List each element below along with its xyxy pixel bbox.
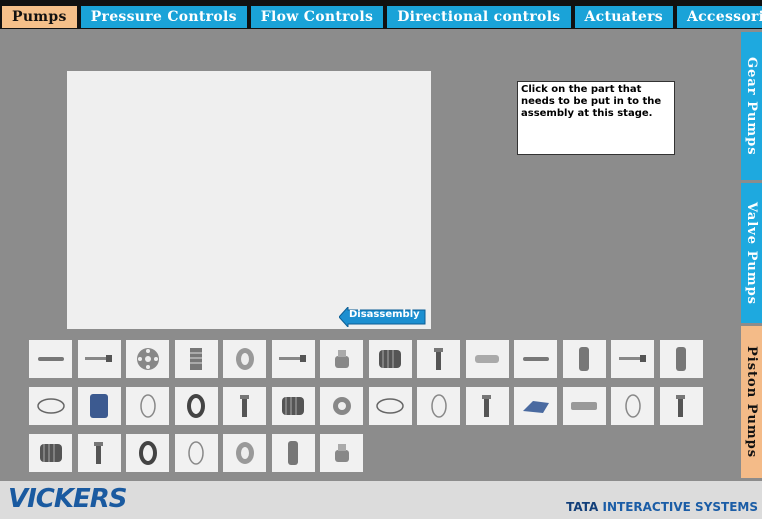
part-o-ring[interactable] [174,434,218,472]
cylinder-icon [579,347,589,371]
side-tab-piston-label: Piston Pumps [744,345,759,459]
plate-icon [522,401,549,413]
screw-icon [85,355,112,362]
pin-icon [94,442,103,464]
instruction-box: Click on the part that needs to be put i… [517,81,675,155]
ring-plate-icon [136,348,159,370]
part-bearing[interactable] [29,434,72,472]
disassembly-button[interactable]: Disassembly [339,307,427,327]
disassembly-label: Disassembly [349,309,420,320]
bearing-icon [39,444,62,462]
washer-icon [235,442,254,464]
part-bearing[interactable] [368,340,412,378]
tab-pressure-controls[interactable]: Pressure Controls [80,6,247,28]
tata-logo: TATA INTERACTIVE SYSTEMS [566,500,758,514]
ring-cap-icon [332,397,351,415]
part-ring-plate[interactable] [126,340,169,378]
part-pin[interactable] [223,387,266,425]
pin-icon [239,395,249,417]
spring-block-icon [190,348,202,370]
screw-icon [279,355,306,362]
part-screw[interactable] [271,340,315,378]
rod-icon [37,357,64,361]
part-washer[interactable] [223,434,266,472]
tata-brand: TATA [566,500,599,514]
tab-actuaters[interactable]: Actuaters [574,6,673,28]
o-ring-icon [139,394,156,418]
part-o-ring[interactable] [126,387,169,425]
part-cap[interactable] [320,340,363,378]
gasket-icon [376,398,404,414]
bearing-icon [379,350,401,368]
cap-icon [334,350,349,368]
part-spring-block[interactable] [174,340,218,378]
cylinder-icon [676,347,686,371]
o-ring-icon [430,394,447,418]
part-ring-cap[interactable] [320,387,363,425]
cap-icon [334,444,349,462]
tab-pumps[interactable]: Pumps [2,6,77,28]
gasket-icon [36,398,65,414]
part-pin[interactable] [659,387,703,425]
part-rod[interactable] [514,340,557,378]
side-tab-valve-label: Valve Pumps [744,201,759,305]
part-cylinder[interactable] [271,434,315,472]
cylinder-icon [288,441,298,465]
part-pin[interactable] [77,434,121,472]
tab-directional-controls[interactable]: Directional controls [387,6,571,28]
tata-rest: INTERACTIVE SYSTEMS [602,500,758,514]
bar-icon [571,402,597,410]
part-gasket[interactable] [29,387,72,425]
part-cylinder[interactable] [659,340,703,378]
block-icon [90,394,108,418]
side-tab-valve-pumps[interactable]: Valve Pumps [741,183,762,323]
part-o-ring[interactable] [417,387,460,425]
part-sleeve[interactable] [465,340,509,378]
part-ring[interactable] [126,434,169,472]
part-plate[interactable] [514,387,557,425]
part-o-ring[interactable] [611,387,654,425]
part-screw[interactable] [77,340,121,378]
part-gasket[interactable] [368,387,412,425]
side-tab-gear-label: Gear Pumps [744,56,759,156]
rod-icon [522,357,549,361]
tab-flow-controls[interactable]: Flow Controls [250,6,384,28]
part-ring[interactable] [174,387,218,425]
tab-accessories[interactable]: Accessories [676,6,762,28]
ring-icon [138,441,157,465]
washer-icon [235,348,254,370]
sleeve-icon [475,355,499,363]
side-tab-gear-pumps[interactable]: Gear Pumps [741,32,762,180]
top-tab-bar: Pumps Pressure Controls Flow Controls Di… [0,0,762,29]
ring-icon [187,394,205,418]
side-tab-piston-pumps[interactable]: Piston Pumps [741,326,762,478]
part-block[interactable] [77,387,121,425]
footer-bar: VICKERS TATA INTERACTIVE SYSTEMS [0,481,762,519]
o-ring-icon [624,394,641,418]
vickers-logo: VICKERS [8,484,128,514]
part-bar[interactable] [562,387,606,425]
pin-icon [676,395,685,417]
part-rod[interactable] [29,340,72,378]
o-ring-icon [188,441,204,465]
part-screw[interactable] [611,340,654,378]
part-pin[interactable] [417,340,460,378]
part-cap[interactable] [320,434,363,472]
assembly-preview-area [67,71,431,329]
bearing-icon [282,397,304,415]
screw-icon [618,355,646,362]
pin-icon [482,395,491,417]
part-pin[interactable] [465,387,509,425]
part-bearing[interactable] [271,387,315,425]
part-cylinder[interactable] [562,340,606,378]
pin-icon [433,348,443,370]
part-washer[interactable] [223,340,266,378]
